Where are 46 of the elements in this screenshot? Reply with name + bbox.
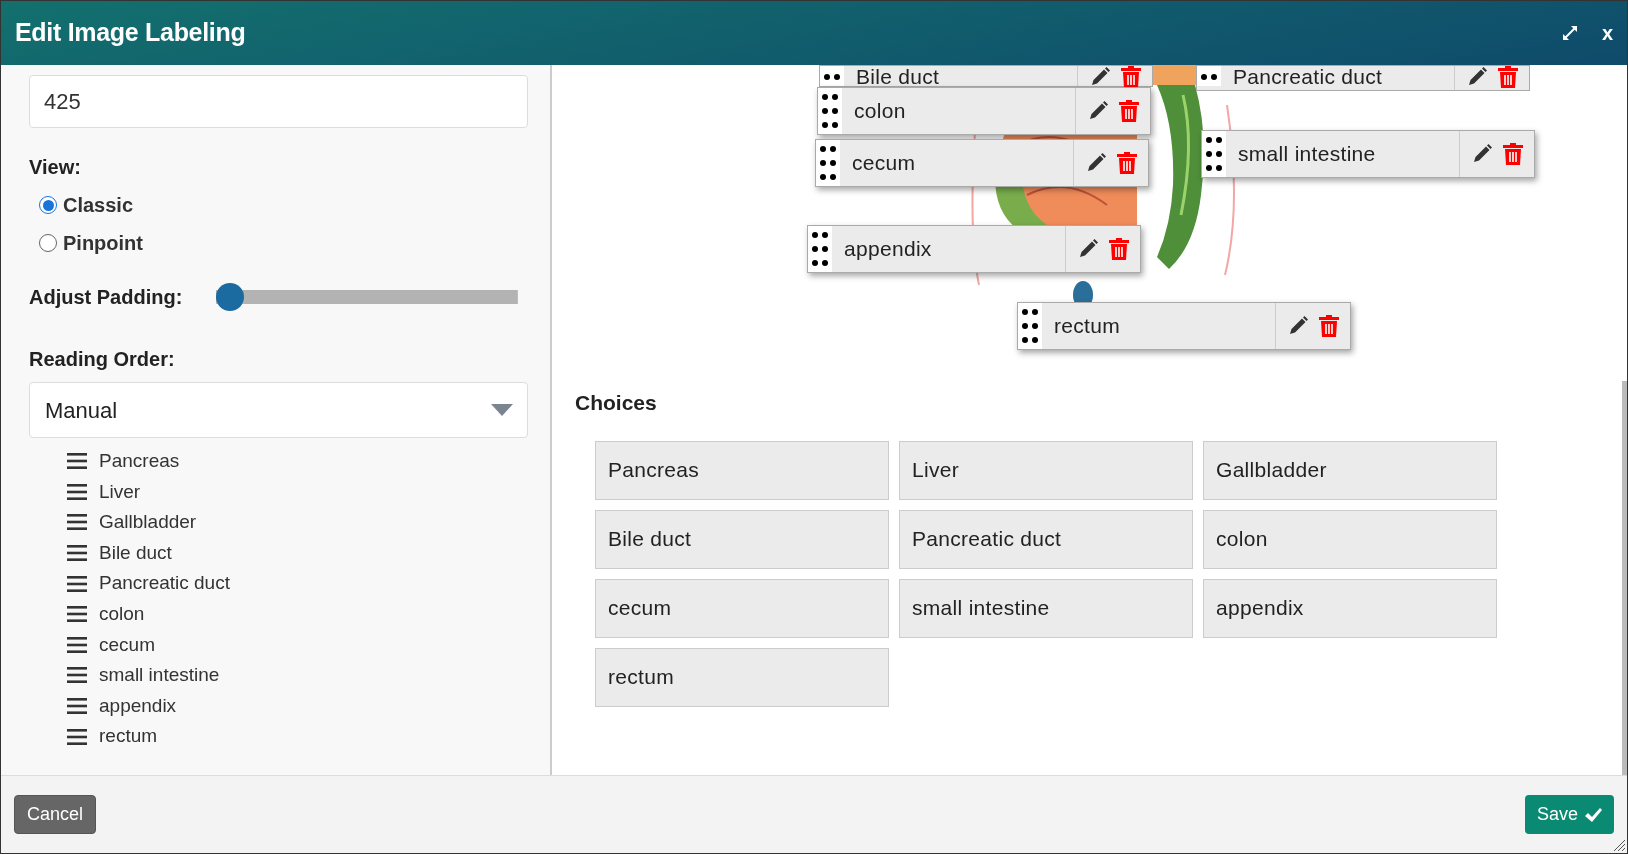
number-field[interactable]: 425 xyxy=(29,75,528,128)
section-heading: Choices xyxy=(575,390,658,416)
close-button[interactable]: x xyxy=(1601,18,1613,48)
choice-button[interactable]: Liver xyxy=(899,440,1193,500)
label-text: colon xyxy=(842,88,1076,134)
label-card[interactable]: Bile duct xyxy=(819,65,1153,87)
choice-button[interactable]: colon xyxy=(1203,509,1497,569)
label-text: small intestine xyxy=(1226,131,1460,177)
list-item[interactable]: appendix xyxy=(99,691,177,721)
list-item[interactable]: Bile duct xyxy=(99,538,172,568)
choice-button[interactable]: cecum xyxy=(595,578,889,638)
radio-label[interactable]: Classic xyxy=(63,190,134,220)
choice-button[interactable]: Pancreatic duct xyxy=(899,509,1193,569)
reading-order-label: Reading Order: xyxy=(29,347,176,372)
choice-button[interactable]: Pancreas xyxy=(595,440,889,500)
list-item[interactable]: colon xyxy=(99,600,145,629)
label-text: rectum xyxy=(1042,303,1276,349)
label-text: appendix xyxy=(832,226,1066,272)
choice-button[interactable]: appendix xyxy=(1203,578,1497,638)
radio-label[interactable]: Pinpoint xyxy=(63,228,143,258)
label-text: Bile duct xyxy=(844,66,1078,86)
label-text: cecum xyxy=(840,140,1074,186)
label-card[interactable]: colon xyxy=(817,87,1151,135)
label-text: Pancreatic duct xyxy=(1221,66,1455,90)
list-item[interactable]: Gallbladder xyxy=(99,508,197,537)
label-card[interactable]: cecum xyxy=(815,139,1149,187)
choice-button[interactable]: small intestine xyxy=(899,578,1193,638)
view-label: View: xyxy=(29,155,82,180)
choice-button[interactable]: rectum xyxy=(595,647,889,707)
list-item[interactable]: Pancreas xyxy=(99,447,180,476)
list-item[interactable]: cecum xyxy=(99,630,155,660)
label-card[interactable]: small intestine xyxy=(1201,130,1535,178)
list-item[interactable]: Pancreatic duct xyxy=(99,569,230,598)
padding-label: Adjust Padding: xyxy=(29,285,183,310)
label-card[interactable]: appendix xyxy=(807,225,1141,273)
window-title: Edit Image Labeling xyxy=(15,17,246,49)
choice-button[interactable]: Gallbladder xyxy=(1203,440,1497,500)
list-item[interactable]: rectum xyxy=(99,722,158,751)
cancel-button[interactable]: Cancel xyxy=(14,795,97,834)
label-card[interactable]: Pancreatic duct xyxy=(1196,65,1530,91)
list-item[interactable]: small intestine xyxy=(99,661,220,690)
reading-order-dropdown[interactable]: Manual xyxy=(29,382,528,438)
save-button[interactable]: Save xyxy=(1524,795,1614,834)
label-card[interactable]: rectum xyxy=(1017,302,1351,350)
choice-button[interactable]: Bile duct xyxy=(595,509,889,569)
list-item[interactable]: Liver xyxy=(99,477,141,507)
